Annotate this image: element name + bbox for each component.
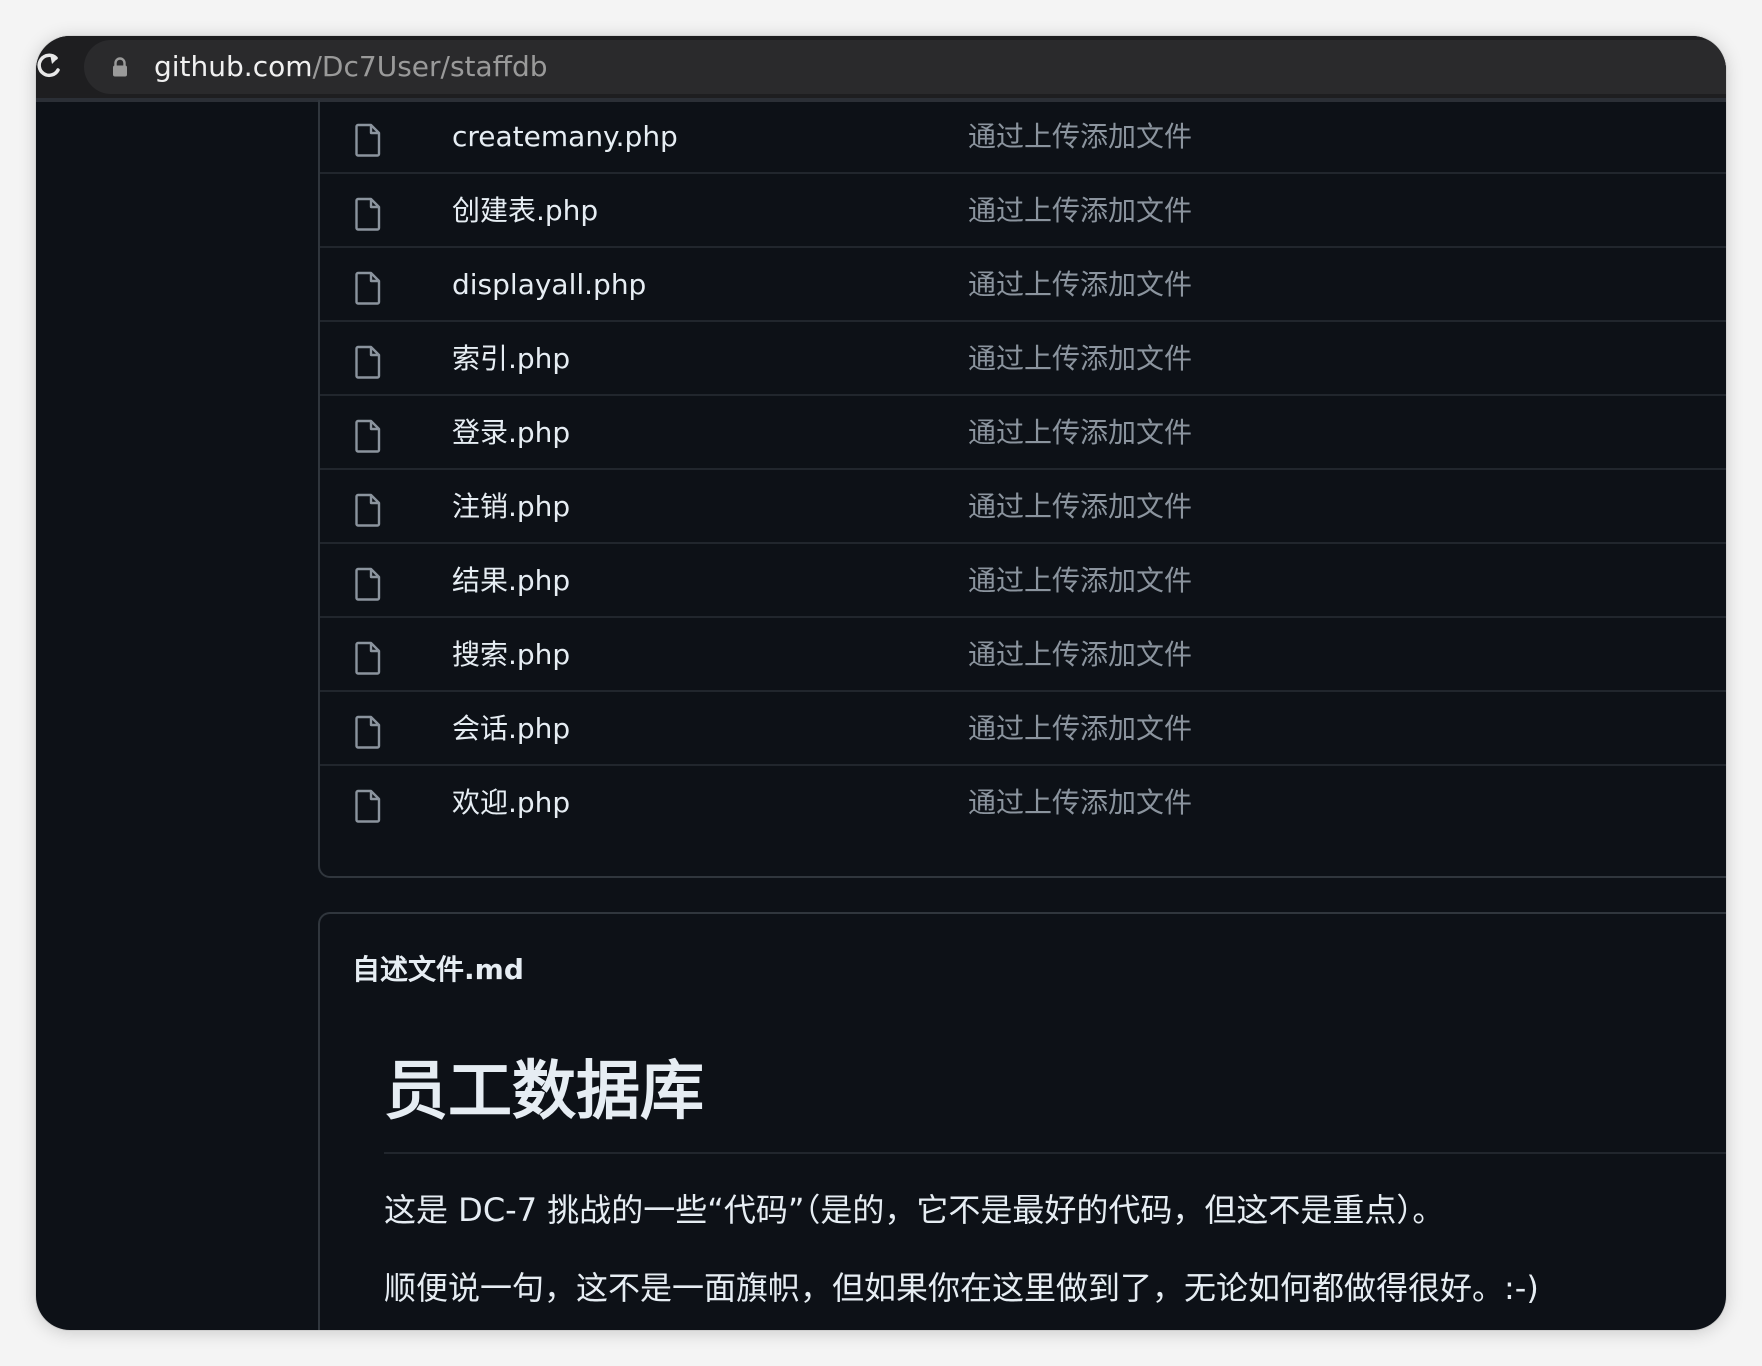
file-row[interactable]: 欢迎.php 通过上传添加文件 — [320, 766, 1726, 840]
file-name-link[interactable]: 欢迎.php — [452, 784, 570, 822]
file-name-link[interactable]: 注销.php — [452, 488, 570, 526]
file-icon — [354, 123, 382, 157]
url-path: /Dc7User/staffdb — [312, 50, 548, 83]
file-row[interactable]: 索引.php 通过上传添加文件 — [320, 322, 1726, 396]
address-bar[interactable]: github.com/Dc7User/staffdb — [84, 40, 1726, 94]
readme-paragraph: 这是 DC-7 挑战的一些“代码”（是的，它不是最好的代码，但这不是重点）。 — [384, 1191, 1445, 1229]
commit-message-link[interactable]: 通过上传添加文件 — [968, 266, 1192, 304]
file-name-link[interactable]: 登录.php — [452, 414, 570, 452]
file-icon — [354, 789, 382, 823]
reload-icon[interactable] — [36, 48, 64, 84]
file-icon — [354, 271, 382, 305]
browser-window: github.com/Dc7User/staffdb createmany.ph… — [36, 36, 1726, 1330]
file-name-link[interactable]: 索引.php — [452, 340, 570, 378]
file-icon — [354, 567, 382, 601]
url-text[interactable]: github.com/Dc7User/staffdb — [154, 50, 548, 84]
file-row[interactable]: createmany.php 通过上传添加文件 — [320, 100, 1726, 174]
readme-paragraph: 顺便说一句，这不是一面旗帜，但如果你在这里做到了，无论如何都做得很好。:-) — [384, 1269, 1539, 1307]
file-name-link[interactable]: 会话.php — [452, 710, 570, 748]
file-name-link[interactable]: 结果.php — [452, 562, 570, 600]
file-row[interactable]: 会话.php 通过上传添加文件 — [320, 692, 1726, 766]
commit-message-link[interactable]: 通过上传添加文件 — [968, 562, 1192, 600]
file-icon — [354, 345, 382, 379]
file-row[interactable]: 注销.php 通过上传添加文件 — [320, 470, 1726, 544]
file-row[interactable]: 创建表.php 通过上传添加文件 — [320, 174, 1726, 248]
file-name-link[interactable]: 搜索.php — [452, 636, 570, 674]
file-icon — [354, 715, 382, 749]
file-list: createmany.php 通过上传添加文件 创建表.php 通过上传添加文件… — [318, 100, 1726, 878]
file-icon — [354, 641, 382, 675]
file-icon — [354, 419, 382, 453]
commit-message-link[interactable]: 通过上传添加文件 — [968, 636, 1192, 674]
commit-message-link[interactable]: 通过上传添加文件 — [968, 488, 1192, 526]
file-icon — [354, 493, 382, 527]
commit-message-link[interactable]: 通过上传添加文件 — [968, 192, 1192, 230]
readme-panel: 自述文件.md 员工数据库 这是 DC-7 挑战的一些“代码”（是的，它不是最好… — [318, 912, 1726, 1330]
readme-heading: 员工数据库 — [384, 1055, 704, 1129]
file-name-link[interactable]: displayall.php — [452, 266, 646, 304]
browser-toolbar: github.com/Dc7User/staffdb — [36, 36, 1726, 98]
commit-message-link[interactable]: 通过上传添加文件 — [968, 340, 1192, 378]
commit-message-link[interactable]: 通过上传添加文件 — [968, 710, 1192, 748]
file-name-link[interactable]: createmany.php — [452, 118, 678, 156]
file-row[interactable]: 搜索.php 通过上传添加文件 — [320, 618, 1726, 692]
file-name-link[interactable]: 创建表.php — [452, 192, 598, 230]
lock-icon[interactable] — [111, 57, 129, 77]
file-row[interactable]: displayall.php 通过上传添加文件 — [320, 248, 1726, 322]
file-row[interactable]: 登录.php 通过上传添加文件 — [320, 396, 1726, 470]
heading-divider — [384, 1152, 1726, 1154]
commit-message-link[interactable]: 通过上传添加文件 — [968, 118, 1192, 156]
readme-filename[interactable]: 自述文件.md — [352, 952, 524, 988]
file-row[interactable]: 结果.php 通过上传添加文件 — [320, 544, 1726, 618]
commit-message-link[interactable]: 通过上传添加文件 — [968, 414, 1192, 452]
url-host: github.com — [154, 50, 313, 83]
commit-message-link[interactable]: 通过上传添加文件 — [968, 784, 1192, 822]
file-icon — [354, 197, 382, 231]
